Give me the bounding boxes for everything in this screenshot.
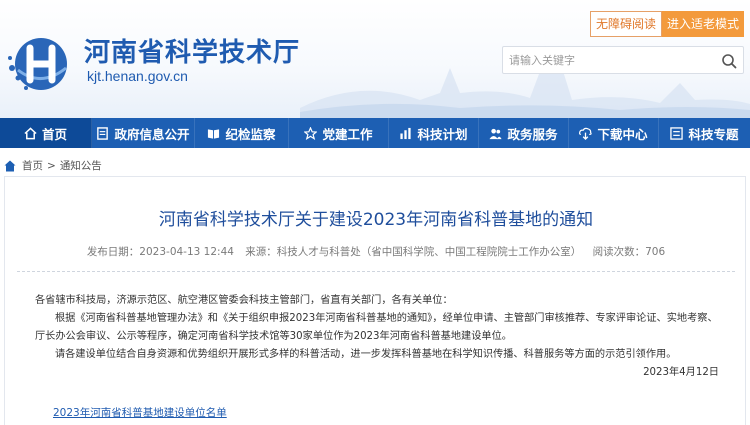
document-icon: [97, 126, 109, 140]
article-source: 来源：科技人才与科普处（省中国科学院、中国工程院院士工作办公室）: [245, 246, 582, 258]
article-body: 各省辖市科技局，济源示范区、航空港区管委会科技主管部门，省直有关部门，各有关单位…: [35, 292, 719, 382]
breadcrumb-separator: >: [47, 159, 56, 172]
emblem-logo: [8, 38, 67, 90]
attachment-link[interactable]: 2023年河南省科普基地建设单位名单: [53, 405, 227, 420]
article-meta: 发布日期：2023-04-13 12:44 来源：科技人才与科普处（省中国科学院…: [5, 244, 747, 259]
home-icon: [4, 160, 16, 171]
nav-label: 政务服务: [507, 126, 558, 142]
breadcrumb-current-link[interactable]: 通知公告: [60, 158, 102, 173]
article-greeting: 各省辖市科技局，济源示范区、航空港区管委会科技主管部门，省直有关部门，各有关单位…: [35, 295, 453, 306]
nav-label: 党建工作: [322, 126, 373, 142]
nav-label: 政府信息公开: [114, 126, 190, 142]
nav-label: 科技专题: [688, 126, 739, 142]
search-input[interactable]: [509, 51, 709, 70]
nav-item-topics[interactable]: 科技专题: [659, 118, 750, 148]
search-box: [502, 46, 744, 74]
home-icon: [24, 126, 37, 139]
chart-icon: [400, 127, 412, 139]
nav-item-discipline[interactable]: 纪检监察: [195, 118, 289, 148]
nav-item-services[interactable]: 政务服务: [479, 118, 569, 148]
main-nav: 首页 政府信息公开 纪检监察 党建工作 科技计划 政务服务 下载中心 科技专题: [0, 118, 750, 148]
article-paragraph: 请各建设单位结合自身资源和优势组织开展形式多样的科普活动，进一步发挥科普基地在科…: [55, 349, 677, 360]
nav-item-sci-plan[interactable]: 科技计划: [389, 118, 479, 148]
nav-label: 首页: [41, 126, 67, 142]
people-icon: [489, 128, 503, 139]
nav-item-home[interactable]: 首页: [0, 118, 92, 148]
article-divider: [17, 271, 735, 272]
download-icon: [579, 127, 593, 140]
nav-label: 科技计划: [417, 126, 468, 142]
accessibility-reading-button[interactable]: 无障碍阅读: [590, 11, 662, 37]
article-panel: 河南省科学技术厅关于建设2023年河南省科普基地的通知 发布日期：2023-04…: [4, 176, 746, 425]
site-domain: kjt.henan.gov.cn: [87, 68, 188, 84]
book-icon: [208, 128, 220, 139]
nav-item-download[interactable]: 下载中心: [569, 118, 659, 148]
nav-label: 下载中心: [597, 126, 648, 142]
breadcrumb: 首页 > 通知公告: [4, 158, 102, 173]
article-title: 河南省科学技术厅关于建设2023年河南省科普基地的通知: [158, 210, 594, 230]
view-count: 阅读次数：706: [592, 246, 666, 258]
site-title: 河南省科学技术厅: [84, 38, 301, 68]
nav-item-gov-info[interactable]: 政府信息公开: [92, 118, 195, 148]
nav-label: 纪检监察: [225, 126, 276, 142]
search-icon[interactable]: [721, 53, 737, 69]
elder-mode-button[interactable]: 进入适老模式: [662, 11, 744, 37]
article-date: 2023年4月12日: [643, 367, 719, 378]
star-icon: [304, 126, 318, 140]
publish-date: 发布日期：2023-04-13 12:44: [86, 246, 234, 258]
list-icon: [670, 126, 684, 140]
site-header: 河南省科学技术厅 kjt.henan.gov.cn 无障碍阅读 进入适老模式: [0, 0, 750, 118]
nav-item-party[interactable]: 党建工作: [289, 118, 389, 148]
article-paragraph: 根据《河南省科普基地管理办法》和《关于组织申报2023年河南省科普基地的通知》，…: [35, 313, 718, 342]
breadcrumb-home-link[interactable]: 首页: [22, 158, 43, 173]
